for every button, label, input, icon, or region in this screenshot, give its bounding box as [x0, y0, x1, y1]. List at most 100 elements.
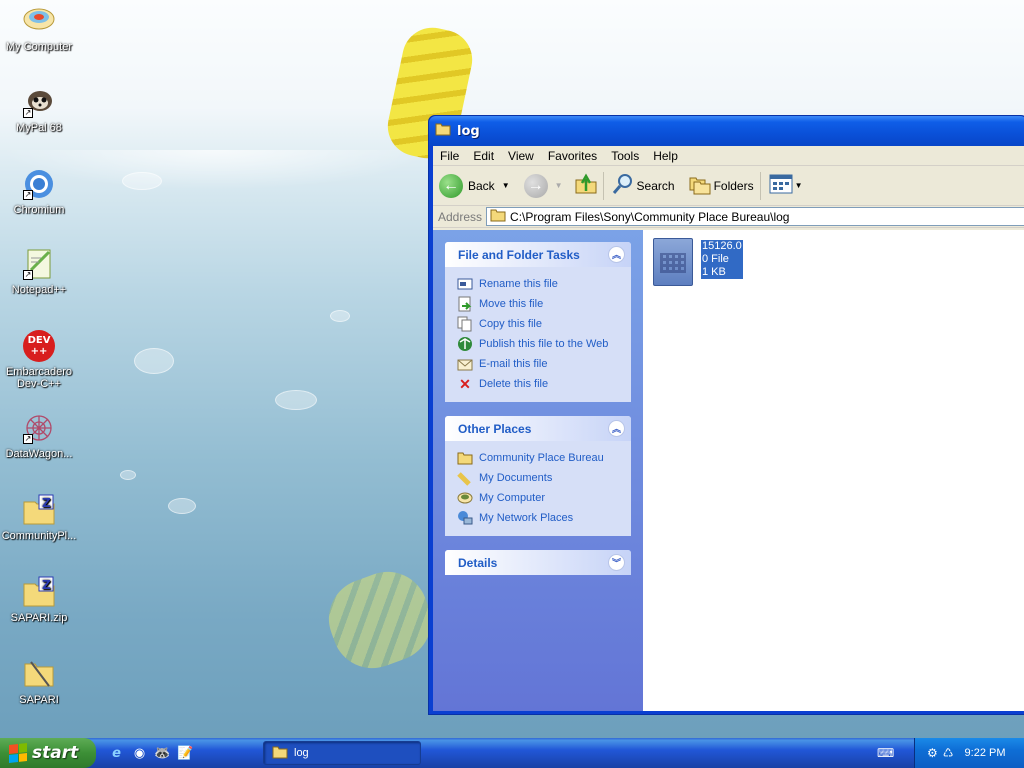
wallpaper-pasta-reflection — [317, 560, 443, 680]
task-delete-file[interactable]: ✕ Delete this file — [457, 374, 631, 394]
views-button[interactable]: ▼ — [769, 174, 803, 197]
back-button[interactable]: ← Back ▼ — [439, 173, 510, 198]
desktop-icon-my-computer[interactable]: My Computer — [0, 5, 78, 53]
file-tasks-body: Rename this file Move this file Copy thi… — [445, 267, 631, 402]
chevron-down-icon[interactable]: ▼ — [555, 181, 563, 190]
desktop-icon-chromium[interactable]: ↗ Chromium — [0, 168, 78, 216]
chevron-down-icon[interactable]: ▼ — [795, 181, 803, 190]
task-label: Copy this file — [479, 318, 542, 330]
up-folder-button[interactable] — [575, 173, 597, 198]
copy-icon — [457, 316, 473, 332]
other-places-body: Community Place Bureau My Documents My C… — [445, 441, 631, 536]
address-value: C:\Program Files\Sony\Community Place Bu… — [510, 209, 790, 224]
file-tasks-header[interactable]: File and Folder Tasks ︽ — [445, 242, 631, 267]
desktop-icon-sapari-zip[interactable]: Z SAPARI.zip — [0, 576, 78, 624]
toolbar-separator — [759, 171, 761, 200]
menu-file[interactable]: File — [433, 149, 466, 163]
wallpaper-bubble — [120, 470, 136, 480]
mypal-quicklaunch-icon[interactable]: 🦝 — [154, 745, 171, 762]
task-publish-file[interactable]: Publish this file to the Web — [457, 334, 631, 354]
menu-view[interactable]: View — [501, 149, 541, 163]
system-tray: ⚙ ♺ 9:22 PM — [914, 738, 1024, 768]
file-type: 0 File — [702, 253, 729, 265]
desktop-icon-notepadpp[interactable]: ↗ Notepad++ — [0, 248, 78, 296]
devcpp-badge-line1: DEV — [27, 335, 51, 346]
file-tasks-title: File and Folder Tasks — [458, 247, 580, 262]
windows-logo-icon — [9, 743, 27, 763]
desktop-icon-label: My Computer — [5, 41, 73, 53]
toolbar: ← Back ▼ → ▼ Search Folders ▼ — [433, 166, 1024, 206]
wallpaper-bubble — [168, 498, 196, 514]
collapse-chevron-icon[interactable]: ︽ — [608, 420, 625, 437]
task-email-file[interactable]: E-mail this file — [457, 354, 631, 374]
place-community-place-bureau[interactable]: Community Place Bureau — [457, 448, 631, 468]
wallpaper-bubble — [275, 390, 317, 410]
tray-app-icon[interactable]: ⚙ — [927, 746, 938, 760]
folder-icon — [490, 208, 506, 225]
keyboard-icon[interactable]: ⌨ — [877, 746, 894, 760]
window-title: log — [457, 123, 480, 139]
desktop-icon-sapari[interactable]: SAPARI — [0, 658, 78, 706]
mypal-icon: ↗ — [23, 86, 55, 118]
collapse-chevron-icon[interactable]: ︽ — [608, 246, 625, 263]
start-button[interactable]: start — [0, 738, 96, 768]
file-list-area[interactable]: 15126.0 0 File 1 KB — [643, 230, 1024, 711]
menu-edit[interactable]: Edit — [466, 149, 501, 163]
file-item[interactable]: 15126.0 0 File 1 KB — [653, 238, 743, 286]
other-places-header[interactable]: Other Places ︽ — [445, 416, 631, 441]
place-my-documents[interactable]: My Documents — [457, 468, 631, 488]
desktop-icon-datawagon[interactable]: ↗ DataWagon... — [0, 412, 78, 460]
forward-button[interactable]: → ▼ — [523, 173, 563, 198]
zip-folder-icon: Z — [23, 494, 55, 526]
menu-favorites[interactable]: Favorites — [541, 149, 604, 163]
folder-icon — [435, 122, 451, 140]
task-copy-file[interactable]: Copy this file — [457, 314, 631, 334]
place-label: My Computer — [479, 492, 546, 504]
folders-icon — [689, 173, 711, 198]
desktop-icon-label: SAPARI.zip — [10, 612, 68, 624]
window-client: File Edit View Favorites Tools Help ← Ba… — [433, 146, 1024, 711]
details-panel: Details ︾ — [445, 550, 631, 575]
folders-button[interactable]: Folders — [689, 173, 754, 198]
address-label: Address — [438, 209, 483, 224]
email-icon — [457, 356, 473, 372]
details-header[interactable]: Details ︾ — [445, 550, 631, 575]
shortcut-arrow-icon: ↗ — [23, 190, 33, 200]
taskbar-button-log[interactable]: log — [263, 741, 421, 765]
desktop-icon-communityplace-zip[interactable]: Z CommunityPl... — [0, 494, 78, 542]
back-arrow-icon: ← — [439, 173, 463, 198]
zip-folder-icon: Z — [23, 576, 55, 608]
desktop-icon-label: SAPARI — [19, 694, 59, 706]
folders-label: Folders — [713, 178, 754, 193]
forward-arrow-icon: → — [523, 173, 548, 198]
notepad-icon[interactable]: 📝 — [177, 745, 194, 762]
devcpp-badge-line2: ++ — [30, 346, 48, 357]
expand-chevron-icon[interactable]: ︾ — [608, 554, 625, 571]
task-rename-file[interactable]: Rename this file — [457, 274, 631, 294]
details-title: Details — [458, 555, 498, 570]
place-my-computer[interactable]: My Computer — [457, 488, 631, 508]
browser-icon[interactable]: ◉ — [131, 745, 148, 762]
wallpaper-bubble — [122, 172, 162, 190]
task-label: Delete this file — [479, 378, 549, 390]
desktop-icon-devcpp[interactable]: DEV ++ Embarcadero Dev-C++ — [0, 330, 78, 390]
explorer-window[interactable]: log File Edit View Favorites Tools Help … — [428, 115, 1024, 715]
window-titlebar[interactable]: log — [429, 116, 1024, 146]
tray-network-icon[interactable]: ♺ — [943, 746, 954, 760]
task-move-file[interactable]: Move this file — [457, 294, 631, 314]
menu-tools[interactable]: Tools — [604, 149, 646, 163]
place-label: My Documents — [479, 472, 553, 484]
internet-explorer-icon[interactable]: e — [108, 745, 125, 762]
shortcut-arrow-icon: ↗ — [23, 108, 33, 118]
desktop-icon-label: DataWagon... — [5, 448, 73, 460]
desktop-icon-mypal[interactable]: ↗ MyPal 68 — [0, 86, 78, 134]
place-my-network-places[interactable]: My Network Places — [457, 508, 631, 528]
chevron-down-icon[interactable]: ▼ — [502, 181, 510, 190]
chromium-icon: ↗ — [23, 168, 55, 200]
menu-help[interactable]: Help — [646, 149, 685, 163]
address-input[interactable]: C:\Program Files\Sony\Community Place Bu… — [486, 207, 1024, 226]
shortcut-arrow-icon: ↗ — [23, 434, 33, 444]
other-places-panel: Other Places ︽ Community Place Bureau My… — [445, 416, 631, 536]
search-button[interactable]: Search — [612, 173, 675, 198]
my-computer-icon — [23, 5, 55, 37]
